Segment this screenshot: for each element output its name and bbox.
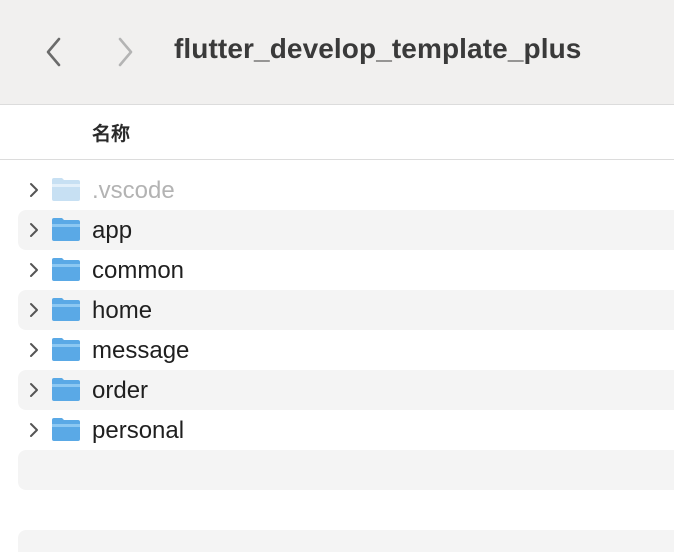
list-item[interactable]: app	[18, 210, 674, 250]
disclosure-chevron-icon[interactable]	[26, 222, 42, 238]
disclosure-chevron-icon[interactable]	[26, 422, 42, 438]
column-header-name[interactable]: 名称	[92, 119, 130, 146]
toolbar: flutter_develop_template_plus	[0, 0, 674, 105]
chevron-right-icon	[118, 37, 133, 67]
list-header: 名称	[0, 105, 674, 160]
list-item[interactable]: home	[18, 290, 674, 330]
forward-button[interactable]	[107, 32, 143, 72]
folder-icon	[52, 378, 80, 401]
file-name: home	[92, 297, 153, 324]
file-name: common	[92, 257, 185, 284]
empty-row	[18, 450, 674, 490]
file-name: app	[92, 217, 133, 244]
file-name: personal	[92, 417, 185, 444]
folder-icon	[52, 178, 80, 201]
finder-window: flutter_develop_template_plus 名称 .vscode…	[0, 0, 674, 552]
back-button[interactable]	[36, 32, 72, 72]
disclosure-chevron-icon[interactable]	[26, 302, 42, 318]
file-name: .vscode	[92, 177, 175, 204]
file-list: .vscode app common home message order personal	[18, 170, 674, 450]
folder-icon	[52, 418, 80, 441]
folder-icon	[52, 218, 80, 241]
file-name: order	[92, 377, 149, 404]
disclosure-chevron-icon[interactable]	[26, 342, 42, 358]
chevron-left-icon	[46, 37, 61, 67]
folder-icon	[52, 338, 80, 361]
list-item[interactable]: .vscode	[18, 170, 674, 210]
list-item[interactable]: personal	[18, 410, 674, 450]
disclosure-chevron-icon[interactable]	[26, 182, 42, 198]
disclosure-chevron-icon[interactable]	[26, 262, 42, 278]
file-name: message	[92, 337, 190, 364]
empty-row	[18, 530, 674, 552]
list-item[interactable]: common	[18, 250, 674, 290]
window-title: flutter_develop_template_plus	[174, 33, 582, 64]
list-item[interactable]: order	[18, 370, 674, 410]
folder-icon	[52, 258, 80, 281]
list-item[interactable]: message	[18, 330, 674, 370]
disclosure-chevron-icon[interactable]	[26, 382, 42, 398]
folder-icon	[52, 298, 80, 321]
